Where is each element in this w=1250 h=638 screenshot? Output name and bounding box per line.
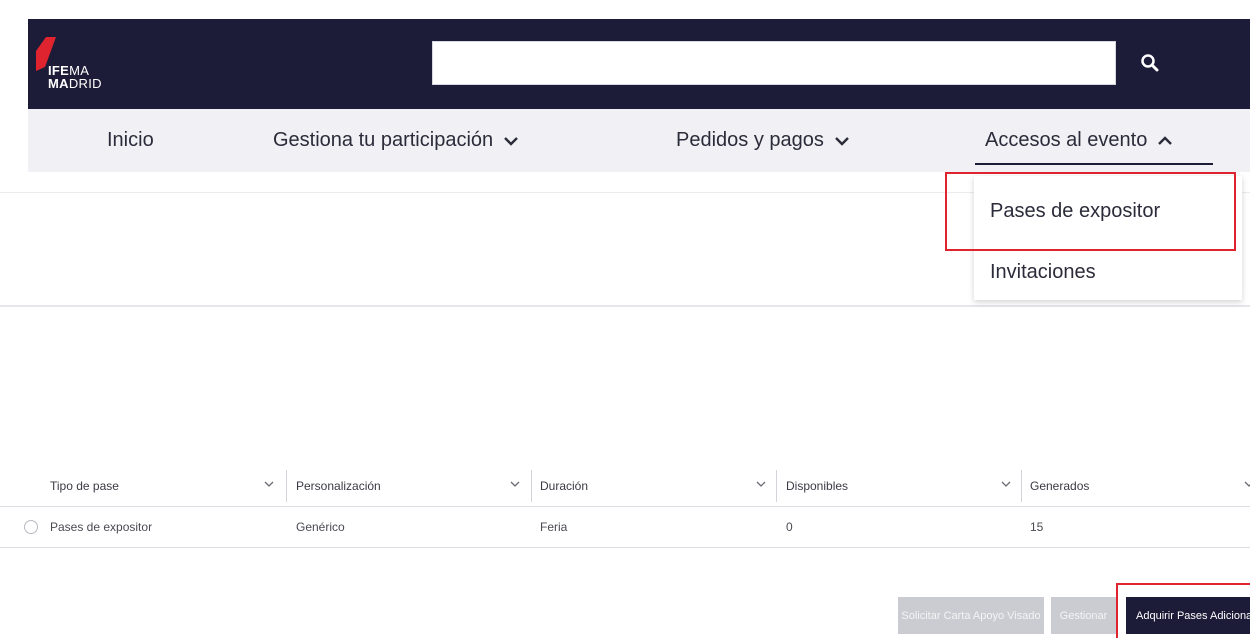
cell-generados: 15	[1030, 520, 1044, 534]
menu-item-label: Invitaciones	[990, 261, 1096, 283]
nav-item-gestiona[interactable]: Gestiona tu participación	[273, 109, 519, 172]
search-icon	[1141, 54, 1159, 72]
chevron-down-icon	[834, 136, 850, 146]
adquirir-pases-button[interactable]: Adquirir Pases Adicionales	[1126, 597, 1250, 634]
active-nav-underline	[975, 163, 1213, 165]
gestionar-button[interactable]: Gestionar	[1051, 597, 1116, 634]
row-select-radio[interactable]	[24, 520, 38, 534]
top-header-bar: IFEMA MADRID	[28, 19, 1250, 109]
table-row[interactable]: Pases de expositor Genérico Feria 0 15	[0, 507, 1250, 548]
menu-item-invitaciones[interactable]: Invitaciones	[990, 261, 1096, 284]
cell-disponibles: 0	[786, 520, 793, 534]
cell-personalizacion: Genérico	[296, 520, 345, 534]
column-header-generados: Generados	[1030, 479, 1090, 493]
solicitar-carta-button[interactable]: Solicitar Carta Apoyo Visado	[898, 597, 1044, 634]
column-divider	[776, 470, 777, 502]
main-nav: Inicio Gestiona tu participación Pedidos…	[28, 109, 1250, 172]
column-header-duracion: Duración	[540, 479, 589, 493]
chevron-down-icon[interactable]	[1244, 480, 1250, 488]
search-button[interactable]	[1128, 41, 1172, 85]
nav-item-inicio[interactable]: Inicio	[107, 109, 154, 172]
chevron-up-icon	[1157, 135, 1173, 146]
nav-item-pedidos[interactable]: Pedidos y pagos	[676, 109, 850, 172]
nav-item-label: Inicio	[107, 129, 154, 151]
nav-item-label: Pedidos y pagos	[676, 129, 824, 151]
menu-item-label: Pases de expositor	[990, 200, 1161, 222]
menu-item-pases-expositor[interactable]: Pases de expositor	[990, 200, 1160, 223]
nav-item-label: Accesos al evento	[985, 129, 1148, 151]
chevron-down-icon[interactable]	[264, 480, 274, 488]
nav-item-label: Gestiona tu participación	[273, 129, 494, 151]
chevron-down-icon	[503, 136, 519, 146]
chevron-down-icon[interactable]	[510, 480, 520, 488]
column-header-tipo: Tipo de pase	[50, 479, 119, 493]
ifema-madrid-logo[interactable]: IFEMA MADRID	[36, 37, 126, 93]
column-divider	[531, 470, 532, 502]
search-input[interactable]	[432, 41, 1116, 85]
accesos-dropdown-menu: Pases de expositor Invitaciones	[974, 176, 1242, 300]
column-divider	[286, 470, 287, 502]
column-header-disponibles: Disponibles	[786, 479, 849, 493]
column-divider	[1021, 470, 1022, 502]
column-header-personalizacion: Personalización	[296, 479, 381, 493]
logo-text: IFEMA MADRID	[48, 63, 102, 91]
cell-tipo: Pases de expositor	[50, 520, 153, 534]
chevron-down-icon[interactable]	[756, 480, 766, 488]
cell-duracion: Feria	[540, 520, 568, 534]
chevron-down-icon[interactable]	[1001, 480, 1011, 488]
table-header-row: Tipo de pase Personalización Duración Di…	[0, 466, 1250, 507]
